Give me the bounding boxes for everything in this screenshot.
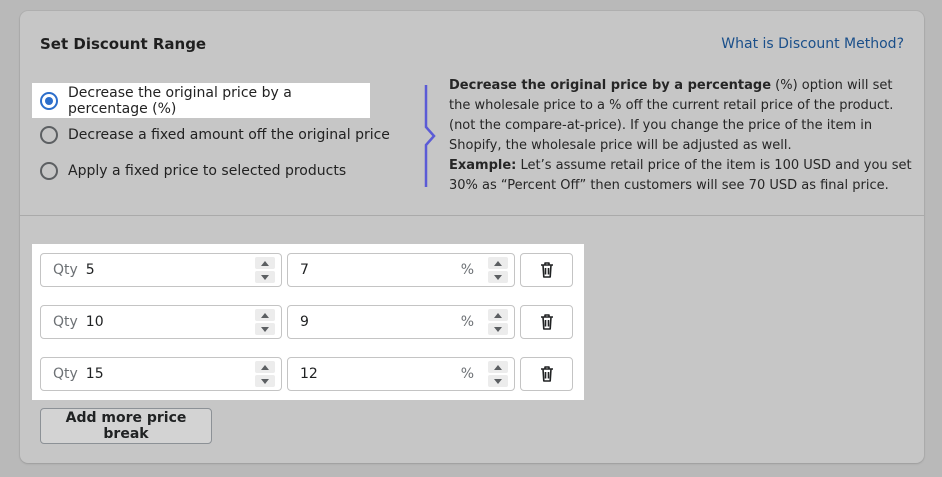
radio-icon[interactable] bbox=[40, 162, 58, 180]
price-break-list: Qty 5 7 % Qty 10 9 % Qty 15 12 % bbox=[32, 244, 584, 400]
chevron-up-icon[interactable] bbox=[488, 361, 508, 373]
percent-suffix: % bbox=[460, 366, 474, 382]
qty-stepper bbox=[255, 361, 275, 387]
percent-suffix: % bbox=[460, 262, 474, 278]
option-label: Apply a fixed price to selected products bbox=[68, 163, 347, 179]
chevron-down-icon[interactable] bbox=[255, 375, 275, 387]
example-text: Let’s assume retail price of the item is… bbox=[449, 158, 912, 193]
option-percentage[interactable]: Decrease the original price by a percent… bbox=[32, 83, 370, 118]
trash-icon bbox=[540, 366, 553, 382]
method-description: Decrease the original price by a percent… bbox=[449, 76, 915, 196]
qty-value: 5 bbox=[85, 262, 95, 278]
option-fixed-price[interactable]: Apply a fixed price to selected products bbox=[40, 159, 346, 183]
qty-value: 10 bbox=[85, 314, 104, 330]
discount-value: 9 bbox=[300, 314, 309, 330]
example-label: Example: bbox=[449, 158, 517, 173]
price-break-row: Qty 10 9 % bbox=[40, 305, 573, 339]
section-divider bbox=[20, 215, 924, 216]
discount-value-input[interactable]: 7 % bbox=[287, 253, 515, 287]
radio-icon[interactable] bbox=[40, 126, 58, 144]
value-stepper bbox=[488, 257, 508, 283]
chevron-down-icon[interactable] bbox=[255, 323, 275, 335]
value-stepper bbox=[488, 309, 508, 335]
option-label: Decrease a fixed amount off the original… bbox=[68, 127, 390, 143]
chevron-down-icon[interactable] bbox=[488, 375, 508, 387]
qty-prefix: Qty bbox=[53, 366, 78, 382]
bracket-icon bbox=[424, 85, 436, 187]
add-price-break-button[interactable]: Add more price break bbox=[40, 408, 212, 444]
chevron-up-icon[interactable] bbox=[488, 309, 508, 321]
chevron-up-icon[interactable] bbox=[488, 257, 508, 269]
delete-row-button[interactable] bbox=[520, 305, 573, 339]
delete-row-button[interactable] bbox=[520, 357, 573, 391]
discount-range-card: Set Discount Range What is Discount Meth… bbox=[20, 11, 924, 463]
percent-suffix: % bbox=[460, 314, 474, 330]
chevron-up-icon[interactable] bbox=[255, 309, 275, 321]
qty-input[interactable]: Qty 10 bbox=[40, 305, 282, 339]
price-break-row: Qty 15 12 % bbox=[40, 357, 573, 391]
discount-method-help-link[interactable]: What is Discount Method? bbox=[721, 36, 904, 52]
qty-prefix: Qty bbox=[53, 262, 78, 278]
price-break-row: Qty 5 7 % bbox=[40, 253, 573, 287]
chevron-down-icon[interactable] bbox=[488, 271, 508, 283]
description-lead: Decrease the original price by a percent… bbox=[449, 78, 772, 93]
option-label: Decrease the original price by a percent… bbox=[68, 84, 292, 117]
qty-input[interactable]: Qty 5 bbox=[40, 253, 282, 287]
qty-prefix: Qty bbox=[53, 314, 78, 330]
discount-value-input[interactable]: 9 % bbox=[287, 305, 515, 339]
discount-value-input[interactable]: 12 % bbox=[287, 357, 515, 391]
qty-stepper bbox=[255, 257, 275, 283]
chevron-down-icon[interactable] bbox=[255, 271, 275, 283]
qty-stepper bbox=[255, 309, 275, 335]
chevron-up-icon[interactable] bbox=[255, 361, 275, 373]
discount-value: 7 bbox=[300, 262, 309, 278]
chevron-down-icon[interactable] bbox=[488, 323, 508, 335]
discount-value: 12 bbox=[300, 366, 318, 382]
chevron-up-icon[interactable] bbox=[255, 257, 275, 269]
qty-value: 15 bbox=[85, 366, 104, 382]
trash-icon bbox=[540, 262, 553, 278]
radio-selected-icon[interactable] bbox=[40, 91, 58, 110]
trash-icon bbox=[540, 314, 553, 330]
card-title: Set Discount Range bbox=[40, 35, 207, 53]
option-fixed-amount[interactable]: Decrease a fixed amount off the original… bbox=[40, 123, 390, 147]
delete-row-button[interactable] bbox=[520, 253, 573, 287]
value-stepper bbox=[488, 361, 508, 387]
qty-input[interactable]: Qty 15 bbox=[40, 357, 282, 391]
